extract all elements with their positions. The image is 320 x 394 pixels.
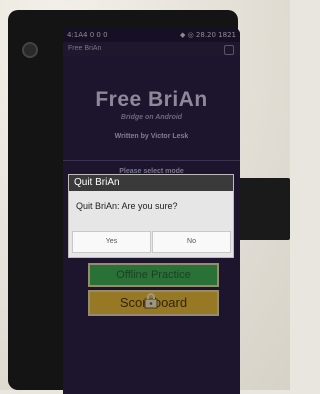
yes-button[interactable]: Yes	[72, 231, 151, 253]
phone-device: 4:1A4 0 0 0 ◆ ◎ 28.20 1821 Free BriAn Fr…	[8, 10, 240, 394]
quit-confirmation-dialog: Quit BriAn Quit BriAn: Are you sure? Yes…	[68, 174, 234, 258]
dialog-title: Quit BriAn	[69, 175, 233, 191]
dialog-message: Quit BriAn: Are you sure?	[76, 201, 178, 211]
no-button[interactable]: No	[152, 231, 231, 253]
case-camera-hole-icon	[22, 42, 38, 58]
